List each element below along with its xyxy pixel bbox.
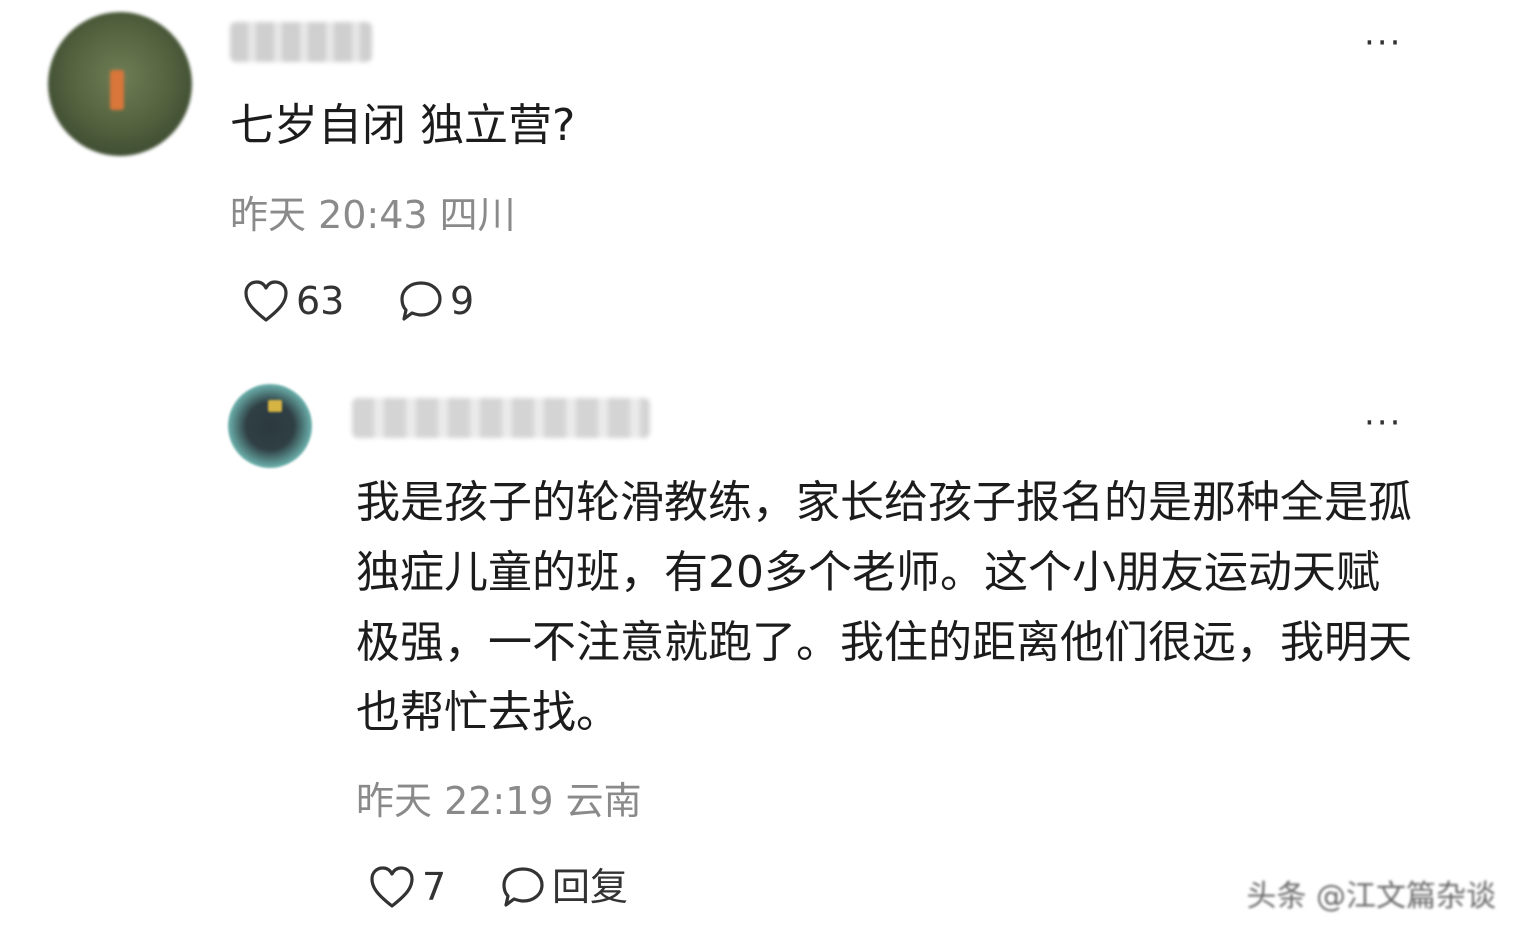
comment-replies-button[interactable]: 9 bbox=[398, 278, 474, 324]
reply-button-label: 回复 bbox=[552, 865, 629, 909]
reply-meta: 昨天 22:19 云南 bbox=[356, 779, 642, 823]
heart-outline-icon bbox=[368, 864, 416, 910]
comment-text: 七岁自闭 独立营? bbox=[230, 100, 576, 151]
reply-like-count: 7 bbox=[422, 865, 447, 909]
reply-text: 我是孩子的轮滑教练，家长给孩子报名的是那种全是孤独症儿童的班，有20多个老师。这… bbox=[356, 477, 1412, 738]
reply-like-button[interactable]: 7 bbox=[368, 864, 446, 910]
speech-bubble-icon bbox=[500, 864, 546, 910]
heart-outline-icon bbox=[242, 278, 290, 324]
comment-more-button[interactable]: ··· bbox=[1364, 26, 1402, 60]
speech-bubble-icon bbox=[398, 278, 444, 324]
comment-meta: 昨天 20:43 四川 bbox=[230, 193, 516, 237]
commenter-username[interactable] bbox=[230, 22, 372, 62]
comment-like-count: 63 bbox=[296, 279, 345, 323]
comment-reply-count: 9 bbox=[450, 279, 475, 323]
source-watermark: 头条 @江文篇杂谈 bbox=[1246, 879, 1496, 914]
reply-avatar[interactable] bbox=[228, 384, 312, 468]
reply-to-reply-button[interactable]: 回复 bbox=[500, 864, 628, 910]
commenter-avatar[interactable] bbox=[48, 12, 192, 156]
comment-like-button[interactable]: 63 bbox=[242, 278, 344, 324]
reply-username[interactable] bbox=[352, 398, 650, 438]
reply-more-button[interactable]: ··· bbox=[1364, 406, 1402, 440]
